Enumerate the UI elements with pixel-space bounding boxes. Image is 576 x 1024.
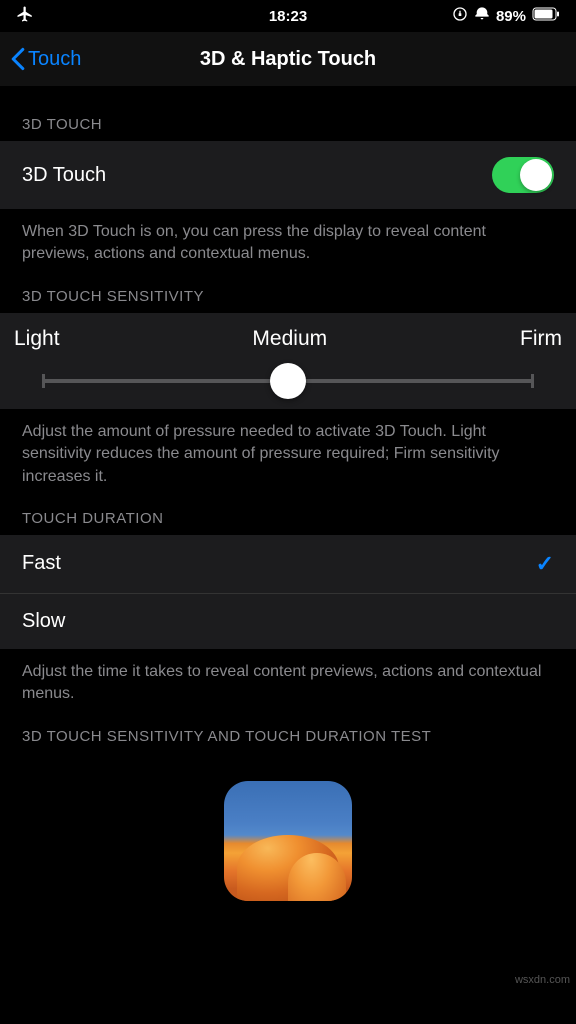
battery-percent: 89% <box>496 8 526 25</box>
chevron-left-icon <box>10 47 26 71</box>
slider-label-medium: Medium <box>252 327 327 351</box>
slow-label: Slow <box>22 610 65 633</box>
airplane-icon <box>16 5 34 27</box>
slider-label-firm: Firm <box>520 327 562 351</box>
checkmark-icon: ✓ <box>536 551 554 577</box>
back-button[interactable]: Touch <box>10 47 81 71</box>
sensitivity-footer: Adjust the amount of pressure needed to … <box>0 409 576 488</box>
alarm-icon <box>474 6 490 26</box>
slider-thumb[interactable] <box>270 363 306 399</box>
battery-icon <box>532 7 560 25</box>
duration-fast-row[interactable]: Fast ✓ <box>0 535 576 593</box>
sensitivity-slider[interactable] <box>42 379 534 383</box>
3d-touch-row[interactable]: 3D Touch <box>0 141 576 209</box>
3d-touch-toggle[interactable] <box>492 157 554 193</box>
test-area <box>0 753 576 901</box>
section-header-3dtouch: 3D TOUCH <box>0 86 576 141</box>
page-title: 3D & Haptic Touch <box>200 48 376 71</box>
slider-label-light: Light <box>14 327 60 351</box>
status-right: 89% <box>452 6 560 26</box>
3d-touch-footer: When 3D Touch is on, you can press the d… <box>0 209 576 266</box>
duration-footer: Adjust the time it takes to reveal conte… <box>0 649 576 706</box>
slider-tick-right <box>531 374 534 388</box>
orientation-lock-icon <box>452 6 468 26</box>
section-header-duration: TOUCH DURATION <box>0 488 576 535</box>
slider-tick-left <box>42 374 45 388</box>
watermark: wsxdn.com <box>515 974 570 986</box>
test-image[interactable] <box>224 781 352 901</box>
slider-labels: Light Medium Firm <box>14 327 562 365</box>
status-time: 18:23 <box>269 8 307 25</box>
sensitivity-slider-section: Light Medium Firm <box>0 313 576 409</box>
status-left <box>16 5 34 27</box>
toggle-knob <box>520 159 552 191</box>
back-label: Touch <box>28 48 81 71</box>
3d-touch-label: 3D Touch <box>22 164 106 187</box>
nav-bar: Touch 3D & Haptic Touch <box>0 32 576 86</box>
status-bar: 18:23 89% <box>0 0 576 32</box>
section-header-sensitivity: 3D TOUCH SENSITIVITY <box>0 266 576 313</box>
section-header-test: 3D TOUCH SENSITIVITY AND TOUCH DURATION … <box>0 706 576 753</box>
fast-label: Fast <box>22 552 61 575</box>
duration-slow-row[interactable]: Slow <box>0 593 576 649</box>
